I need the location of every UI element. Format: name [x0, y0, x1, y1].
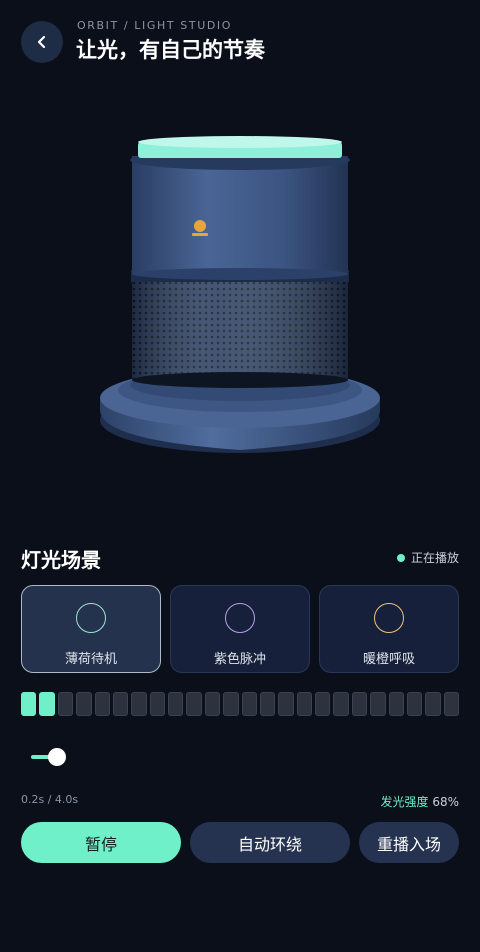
timeline-tick	[278, 692, 294, 716]
status-dot	[396, 553, 405, 562]
scene-card-mint[interactable]: 薄荷待机	[21, 585, 161, 673]
timeline-tick	[296, 692, 312, 716]
device-3d-model[interactable]	[95, 130, 385, 460]
playback-time: 0.2s / 4.0s	[21, 793, 79, 806]
intensity-readout: 发光强度 68%	[380, 793, 459, 810]
back-button[interactable]	[21, 21, 63, 63]
timeline-tick	[204, 692, 221, 716]
timeline-tick	[351, 692, 368, 716]
timeline-tick	[370, 692, 386, 716]
timeline-tick	[39, 692, 55, 716]
timeline-tick	[94, 692, 110, 716]
timeline-tick	[406, 692, 423, 716]
intensity-label: 发光强度	[380, 795, 429, 809]
scene-card-orange[interactable]: 暖橙呼吸	[319, 585, 459, 673]
app-eyebrow: ORBIT / LIGHT STUDIO	[77, 19, 233, 32]
timeline-tick	[21, 692, 37, 716]
slider-thumb[interactable]	[48, 748, 66, 766]
timeline-tick	[315, 692, 331, 716]
scene-label: 暖橙呼吸	[362, 652, 415, 667]
intensity-value: 68%	[432, 795, 459, 809]
auto-orbit-button[interactable]: 自动环绕	[190, 822, 350, 863]
timeline-tick	[131, 692, 147, 716]
scene-list: 薄荷待机 紫色脉冲 暖橙呼吸	[21, 585, 459, 673]
timeline-tick	[168, 692, 184, 716]
scene-label: 薄荷待机	[64, 652, 117, 667]
status-label: 正在播放	[410, 551, 459, 565]
orange-ring-icon	[374, 603, 404, 633]
timeline-tick	[149, 692, 165, 716]
scenes-title: 灯光场景	[21, 548, 101, 572]
timeline-tick	[443, 692, 459, 716]
progress-slider[interactable]	[31, 748, 71, 766]
timeline-tick	[333, 692, 349, 716]
timeline-tick	[112, 692, 129, 716]
replay-intro-button[interactable]: 重播入场	[359, 822, 459, 863]
timeline-tick	[186, 692, 202, 716]
timeline-tick	[57, 692, 74, 716]
timeline-tick	[223, 692, 239, 716]
chevron-left-icon	[37, 35, 46, 49]
timeline-tick	[76, 692, 92, 716]
timeline-tick	[259, 692, 276, 716]
mint-ring-icon	[76, 603, 106, 633]
pause-button[interactable]: 暂停	[21, 822, 181, 863]
timeline-track[interactable]	[21, 692, 459, 716]
scene-card-purple[interactable]: 紫色脉冲	[170, 585, 310, 673]
page-title: 让光，有自己的节奏	[76, 38, 265, 62]
scene-label: 紫色脉冲	[213, 652, 266, 667]
timeline-tick	[425, 692, 441, 716]
timeline-tick	[241, 692, 257, 716]
status-indicator: 正在播放	[396, 549, 459, 566]
timeline-tick	[388, 692, 404, 716]
purple-ring-icon	[225, 603, 255, 633]
